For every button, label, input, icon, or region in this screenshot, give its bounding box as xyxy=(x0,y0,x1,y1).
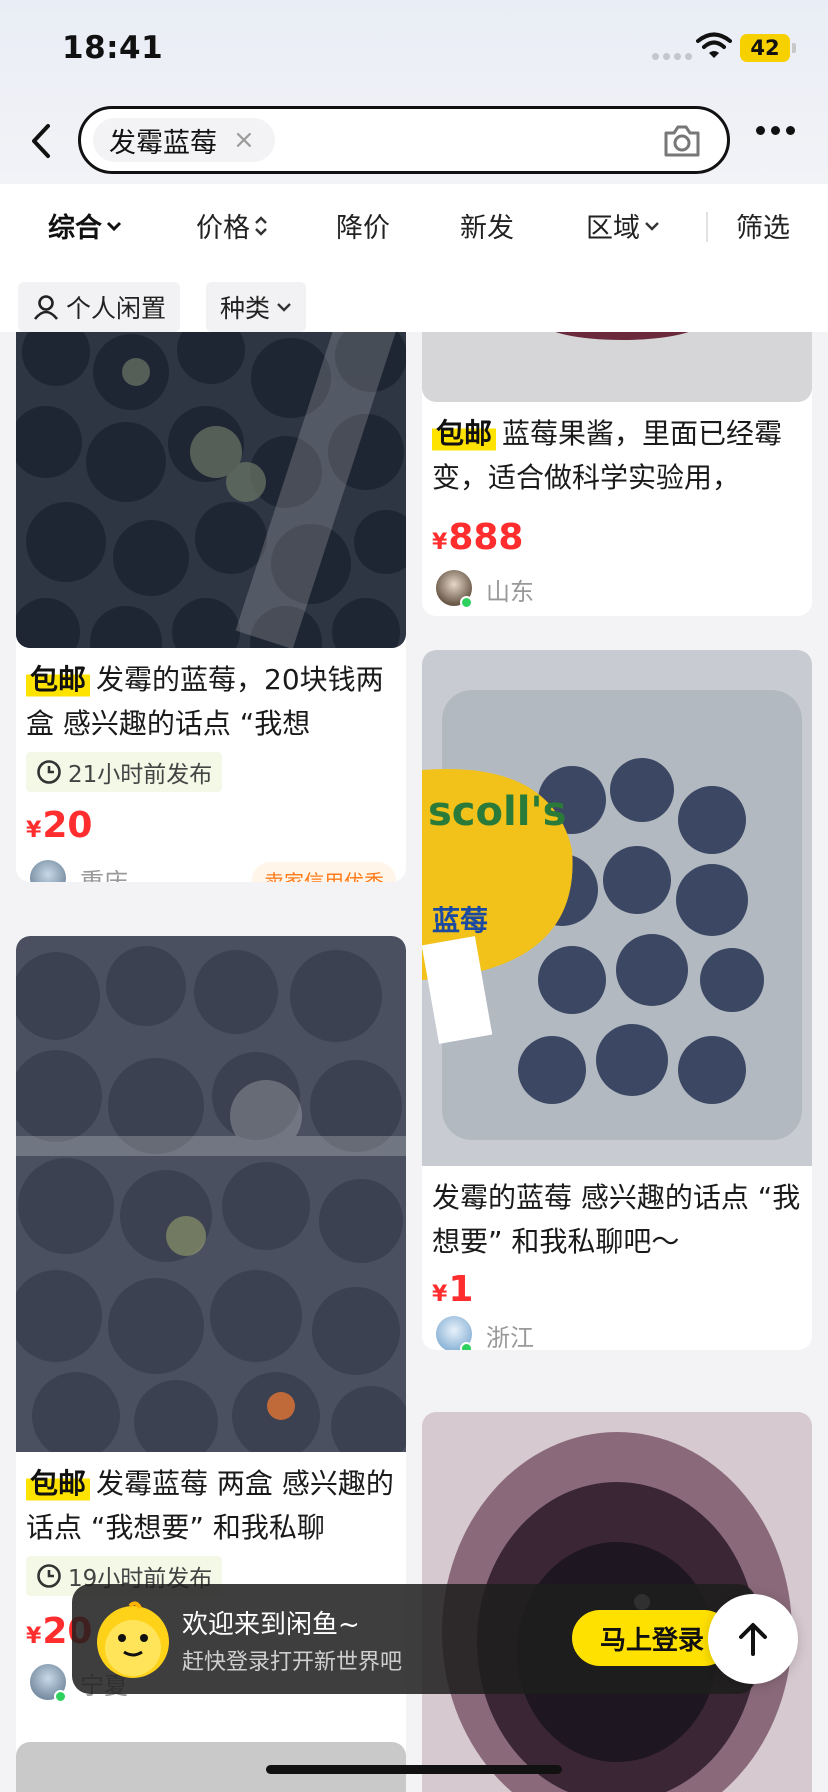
chevron-down-icon xyxy=(645,221,659,231)
login-prompt-banner: 欢迎来到闲鱼~ 赶快登录打开新世界吧 马上登录 xyxy=(72,1584,756,1694)
avatar[interactable] xyxy=(28,858,68,882)
cellular-signal-icon xyxy=(652,53,692,60)
seller-region: 浙江 xyxy=(486,1324,534,1350)
clock-icon xyxy=(37,1564,61,1588)
product-card[interactable]: 包邮 发霉的蓝莓，20块钱两盒 感兴趣的话点 “我想 21小时前发布 ¥20 重庆… xyxy=(16,332,406,882)
seller-region: 重庆 xyxy=(80,868,128,882)
online-status-dot xyxy=(54,1690,67,1703)
more-button[interactable] xyxy=(756,126,795,135)
sort-updown-icon xyxy=(255,215,267,236)
scroll-to-top-button[interactable] xyxy=(708,1594,798,1684)
sort-label: 综合 xyxy=(48,213,102,244)
price-value: 1 xyxy=(448,1269,474,1310)
filter-chip-label: 个人闲置 xyxy=(66,294,167,323)
filter-chip-bar: 个人闲置 种类 xyxy=(0,272,828,332)
product-title: 包邮 发霉的蓝莓，20块钱两盒 感兴趣的话点 “我想 xyxy=(26,658,398,746)
sort-price[interactable]: 价格 xyxy=(196,206,268,245)
back-button[interactable] xyxy=(20,116,64,166)
sort-label: 筛选 xyxy=(736,213,790,244)
sort-label: 区域 xyxy=(586,213,640,244)
free-shipping-tag: 包邮 xyxy=(432,412,497,456)
banner-subtitle: 赶快登录打开新世界吧 xyxy=(182,1650,403,1675)
online-status-dot xyxy=(460,1342,473,1350)
sort-newest[interactable]: 新发 xyxy=(460,206,514,245)
price-value: 888 xyxy=(448,517,524,558)
filter-button[interactable]: 筛选 xyxy=(736,206,790,245)
chevron-down-icon xyxy=(277,303,291,312)
search-query-chip[interactable]: 发霉蓝莓 × xyxy=(93,118,275,162)
currency-symbol: ¥ xyxy=(26,818,42,843)
product-image xyxy=(16,936,406,1452)
battery-icon: 42 xyxy=(740,34,796,62)
product-price: ¥1 xyxy=(432,1270,473,1315)
arrow-up-icon xyxy=(739,1623,767,1656)
product-title: 包邮 蓝莓果酱，里面已经霉变，适合做科学实验用， xyxy=(432,412,804,500)
chevron-down-icon xyxy=(106,221,122,231)
sort-bar: 综合 价格 降价 新发 区域 筛选 xyxy=(0,184,828,272)
product-title: 发霉的蓝莓 感兴趣的话点 “我想要” 和我私聊吧～ xyxy=(432,1176,804,1264)
posted-time-chip: 21小时前发布 xyxy=(26,752,223,792)
sort-price-drop[interactable]: 降价 xyxy=(336,206,390,245)
currency-symbol: ¥ xyxy=(432,530,448,555)
sort-label: 降价 xyxy=(336,213,390,244)
product-title-text: 发霉的蓝莓 感兴趣的话点 “我想要” 和我私聊吧～ xyxy=(432,1181,801,1258)
free-shipping-tag: 包邮 xyxy=(26,1462,91,1506)
search-query-text: 发霉蓝莓 xyxy=(109,127,217,159)
free-shipping-tag: 包邮 xyxy=(26,658,91,702)
package-label-cn: 蓝莓 xyxy=(432,904,488,937)
clock-icon xyxy=(37,760,61,784)
online-status-dot xyxy=(460,596,473,609)
product-price: ¥20 xyxy=(26,806,92,851)
seller-region: 山东 xyxy=(486,578,534,606)
product-card[interactable]: 包邮 蓝莓果酱，里面已经霉变，适合做科学实验用， ¥888 山东 xyxy=(422,332,812,616)
home-indicator xyxy=(266,1765,562,1774)
search-input[interactable]: 发霉蓝莓 × xyxy=(78,106,730,174)
top-header: 18:41 42 发霉蓝莓 × xyxy=(0,0,828,184)
filter-chip-label: 种类 xyxy=(220,294,271,323)
sort-comprehensive[interactable]: 综合 xyxy=(48,206,122,245)
fish-mascot-icon xyxy=(97,1601,169,1678)
currency-symbol: ¥ xyxy=(26,1624,42,1649)
seller-credit-badge: 卖家信用优秀 xyxy=(252,862,396,882)
price-value: 20 xyxy=(42,805,93,846)
product-image xyxy=(16,332,406,648)
product-feed: 包邮 发霉的蓝莓，20块钱两盒 感兴趣的话点 “我想 21小时前发布 ¥20 重庆… xyxy=(0,332,828,1792)
camera-icon[interactable] xyxy=(661,121,703,161)
posted-time-text: 21小时前发布 xyxy=(68,762,213,788)
wifi-icon xyxy=(696,32,732,58)
banner-title: 欢迎来到闲鱼~ xyxy=(182,1610,360,1640)
product-card[interactable]: scoll's 蓝莓 发霉的蓝莓 感兴趣的话点 “我想要” 和我私聊吧～ ¥1 … xyxy=(422,650,812,1350)
currency-symbol: ¥ xyxy=(432,1282,448,1307)
filter-chip-personal[interactable]: 个人闲置 xyxy=(18,282,181,332)
product-title: 包邮 发霉蓝莓 两盒 感兴趣的话点 “我想要” 和我私聊 xyxy=(26,1462,398,1550)
clear-query-icon[interactable]: × xyxy=(233,125,255,155)
status-time: 18:41 xyxy=(62,30,164,66)
package-label-brand: scoll's xyxy=(428,789,566,835)
product-image xyxy=(422,332,812,402)
sort-label: 新发 xyxy=(460,213,514,244)
sort-label: 价格 xyxy=(196,213,250,244)
divider xyxy=(706,212,708,242)
product-price: ¥888 xyxy=(432,518,523,563)
person-icon xyxy=(33,295,59,320)
filter-chip-category[interactable]: 种类 xyxy=(206,282,307,332)
sort-region[interactable]: 区域 xyxy=(586,206,660,245)
product-image: scoll's 蓝莓 xyxy=(422,650,812,1166)
